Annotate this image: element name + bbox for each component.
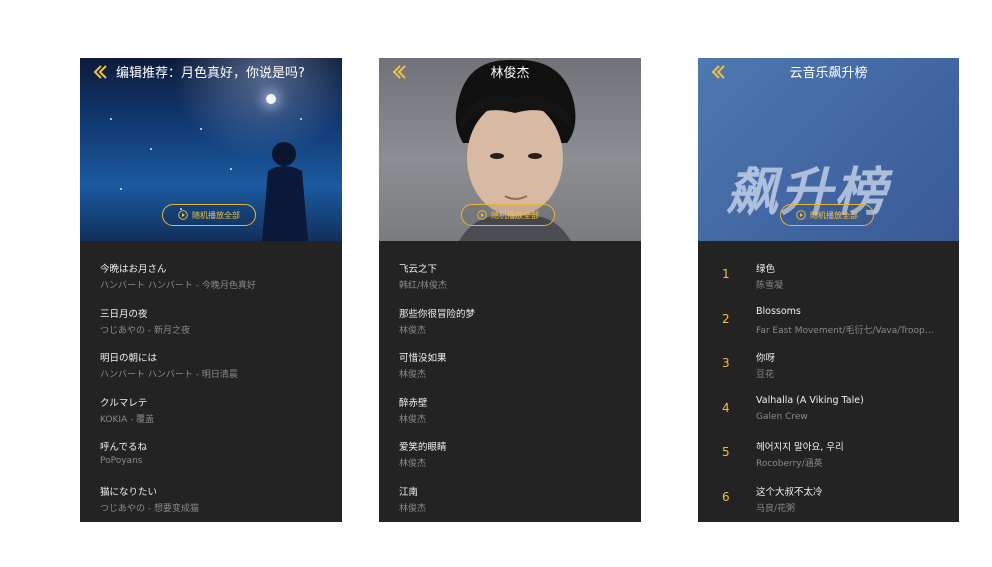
rank-number: 5 bbox=[722, 445, 730, 459]
song-artist: 林俊杰 bbox=[399, 504, 427, 514]
song-name: 呼んでるね bbox=[100, 442, 148, 453]
song-name: 明日の朝には bbox=[100, 353, 158, 364]
play-all-button[interactable]: 随机播放全部 bbox=[461, 204, 555, 226]
back-icon[interactable] bbox=[92, 64, 108, 80]
rank-number: 6 bbox=[722, 490, 730, 504]
song-name: 爱笑的眼睛 bbox=[399, 442, 447, 453]
figure-silhouette bbox=[262, 142, 308, 241]
rank-number: 2 bbox=[722, 312, 730, 326]
play-all-label: 随机播放全部 bbox=[810, 210, 858, 220]
song-row[interactable]: 4 Valhalla (A Viking Tale) Galen Crew bbox=[698, 375, 959, 422]
play-circle-icon bbox=[477, 210, 487, 220]
page-title: 林俊杰 bbox=[490, 66, 530, 81]
play-all-button[interactable]: 随机播放全部 bbox=[162, 204, 256, 226]
rank-number: 4 bbox=[722, 401, 730, 415]
song-row[interactable]: 可惜没如果 林俊杰 bbox=[379, 330, 641, 380]
song-name: 醉赤壁 bbox=[399, 398, 428, 409]
song-row[interactable]: 猫になりたい つじあやの - 想要变成猫 bbox=[80, 464, 342, 514]
page-title: 编辑推荐：月色真好，你说是吗? bbox=[116, 66, 305, 81]
rank-number: 3 bbox=[722, 356, 730, 370]
song-name: 猫になりたい bbox=[100, 487, 158, 498]
play-all-label: 随机播放全部 bbox=[491, 210, 539, 220]
song-row[interactable]: 江南 林俊杰 bbox=[379, 464, 641, 514]
song-name: クルマレテ bbox=[100, 398, 148, 409]
chart-cover: 飙升榜 云音乐飙升榜 随机播放全部 bbox=[698, 58, 959, 241]
song-artist: 马良/花粥 bbox=[756, 504, 796, 514]
song-row[interactable]: 2 Blossoms Far East Movement/毛衍七/Vava/Tr… bbox=[698, 286, 959, 336]
song-row[interactable]: 明日の朝には ハンバート ハンバート - 明日清晨 bbox=[80, 330, 342, 380]
song-name: 飞云之下 bbox=[399, 264, 438, 275]
play-all-button[interactable]: 随机播放全部 bbox=[780, 204, 874, 226]
song-name: 你呀 bbox=[756, 353, 776, 364]
song-row[interactable]: 那些你很冒险的梦 林俊杰 bbox=[379, 286, 641, 336]
playlist-cover: 编辑推荐：月色真好，你说是吗? 随机播放全部 bbox=[80, 58, 342, 241]
song-row[interactable]: 6 这个大叔不太冷 马良/花粥 bbox=[698, 464, 959, 514]
song-list: 飞云之下 韩红/林俊杰 那些你很冒险的梦 林俊杰 可惜没如果 林俊杰 醉赤壁 林… bbox=[379, 241, 641, 522]
playlist-screen: 编辑推荐：月色真好，你说是吗? 随机播放全部 今晩はお月さん ハンバート ハンバ… bbox=[80, 58, 342, 522]
star-decoration bbox=[230, 168, 232, 170]
singer-screen: 林俊杰 随机播放全部 飞云之下 韩红/林俊杰 那些你很冒险的梦 林俊杰 可惜没如… bbox=[379, 58, 641, 522]
song-row[interactable]: 今晩はお月さん ハンバート ハンバート - 今晚月色真好 bbox=[80, 241, 342, 291]
star-decoration bbox=[150, 148, 152, 150]
song-name: Blossoms bbox=[756, 306, 801, 317]
star-decoration bbox=[110, 118, 112, 120]
star-decoration bbox=[300, 118, 302, 120]
song-row[interactable]: 飞云之下 韩红/林俊杰 bbox=[379, 241, 641, 291]
song-name: 可惜没如果 bbox=[399, 353, 447, 364]
page-title: 云音乐飙升榜 bbox=[789, 66, 868, 81]
song-row[interactable]: 呼んでるね PoPoyans bbox=[80, 419, 342, 466]
star-decoration bbox=[120, 188, 122, 190]
chart-song-list: 1 绿色 陈雪凝 2 Blossoms Far East Movement/毛衍… bbox=[698, 241, 959, 522]
song-name: Valhalla (A Viking Tale) bbox=[756, 395, 864, 406]
song-row[interactable]: 3 你呀 豆花 bbox=[698, 330, 959, 380]
rank-number: 1 bbox=[722, 267, 730, 281]
song-artist: つじあやの - 想要变成猫 bbox=[100, 504, 199, 514]
song-list: 今晩はお月さん ハンバート ハンバート - 今晚月色真好 三日月の夜 つじあやの… bbox=[80, 241, 342, 522]
song-row[interactable]: 醉赤壁 林俊杰 bbox=[379, 375, 641, 425]
star-decoration bbox=[200, 128, 202, 130]
song-row[interactable]: 1 绿色 陈雪凝 bbox=[698, 241, 959, 291]
play-circle-icon bbox=[178, 210, 188, 220]
song-name: 헤어지지 말아요, 우리 bbox=[756, 442, 844, 453]
song-name: 那些你很冒险的梦 bbox=[399, 309, 476, 320]
singer-cover: 林俊杰 随机播放全部 bbox=[379, 58, 641, 241]
song-name: 三日月の夜 bbox=[100, 309, 148, 320]
play-all-label: 随机播放全部 bbox=[192, 210, 240, 220]
song-row[interactable]: 爱笑的眼睛 林俊杰 bbox=[379, 419, 641, 469]
song-name: 这个大叔不太冷 bbox=[756, 487, 823, 498]
song-row[interactable]: 5 헤어지지 말아요, 우리 Rocoberry/涵英 bbox=[698, 419, 959, 469]
song-name: 江南 bbox=[399, 487, 419, 498]
play-circle-icon bbox=[796, 210, 806, 220]
song-name: 绿色 bbox=[756, 264, 776, 275]
song-row[interactable]: 三日月の夜 つじあやの - 新月之夜 bbox=[80, 286, 342, 336]
song-name: 今晩はお月さん bbox=[100, 264, 167, 275]
song-row[interactable]: クルマレテ KOKIA - 覆盖 bbox=[80, 375, 342, 425]
chart-screen: 飙升榜 云音乐飙升榜 随机播放全部 1 绿色 陈雪凝 2 Blossoms Fa… bbox=[698, 58, 959, 522]
moon-decoration bbox=[266, 94, 276, 104]
